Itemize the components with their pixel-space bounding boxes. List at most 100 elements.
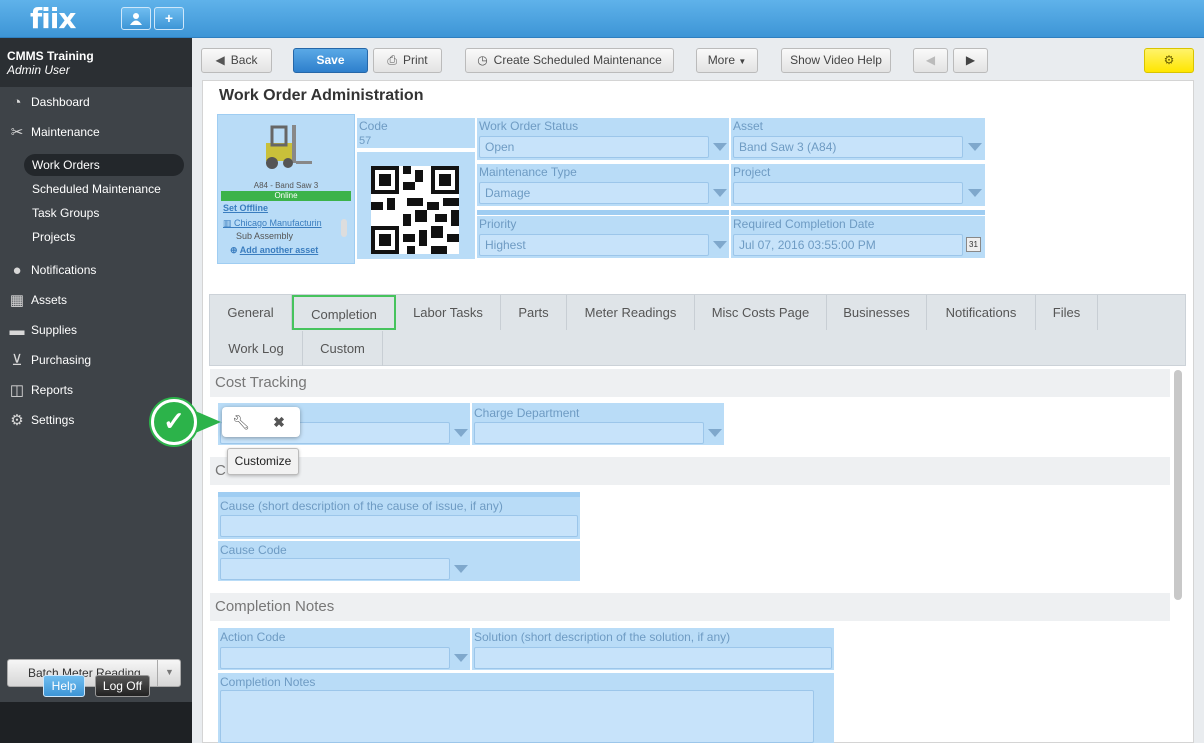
add-icon: ⊕ <box>230 245 238 255</box>
charge-department-select[interactable] <box>474 422 704 444</box>
next-record-button[interactable]: ▶ <box>953 48 988 73</box>
wrench-icon[interactable]: 🔧︎ <box>232 413 250 431</box>
user-profile-button[interactable] <box>121 7 151 30</box>
prev-record-button[interactable]: ◀ <box>913 48 948 73</box>
solution-input[interactable] <box>474 647 832 669</box>
cause-section-header: C <box>210 457 1170 485</box>
asset-name: A84 - Band Saw 3 <box>253 181 319 190</box>
sidebar-item-reports[interactable]: ◫ Reports <box>7 379 187 401</box>
tab-labor-tasks[interactable]: Labor Tasks <box>396 295 501 330</box>
print-button[interactable]: ⎙ Print <box>373 48 442 73</box>
user-icon <box>130 13 142 25</box>
sidebar-item-maintenance[interactable]: ✂ Maintenance <box>7 121 187 143</box>
status-label: Work Order Status <box>479 119 579 133</box>
arrow-left-icon: ◀ <box>215 53 225 67</box>
completion-notes-group: Completion Notes <box>218 673 834 743</box>
required-completion-date-input[interactable]: Jul 07, 2016 03:55:00 PM <box>733 234 963 256</box>
completion-notes-header: Completion Notes <box>210 593 1170 621</box>
add-asset-label: Add another asset <box>239 245 319 255</box>
more-dropdown[interactable]: More ▼ <box>696 48 758 73</box>
chevron-down-icon[interactable] <box>968 143 982 151</box>
add-asset-link[interactable]: ⊕ Add another asset <box>230 245 318 256</box>
help-button[interactable]: Help <box>43 675 85 697</box>
chevron-down-icon[interactable]: ▼ <box>157 659 181 687</box>
log-off-button[interactable]: Log Off <box>95 675 150 697</box>
tab-general[interactable]: General <box>210 295 292 330</box>
sidebar-item-assets[interactable]: ▦ Assets <box>7 289 187 311</box>
priority-label: Priority <box>479 217 517 231</box>
tab-completion[interactable]: Completion <box>292 295 396 330</box>
tab-notifications[interactable]: Notifications <box>927 295 1036 330</box>
sidebar-item-dashboard[interactable]: ◔ Dashboard <box>7 91 187 113</box>
sidebar-item-supplies[interactable]: ▬ Supplies <box>7 319 187 341</box>
tab-work-log[interactable]: Work Log <box>210 331 303 366</box>
sidebar-subitem-projects[interactable]: Projects <box>24 226 184 248</box>
set-offline-link[interactable]: Set Offline <box>223 203 268 213</box>
calendar-icon[interactable]: 31 <box>966 237 981 252</box>
code-label: Code <box>359 119 388 133</box>
code-value: 57 <box>359 135 372 147</box>
cause-input[interactable] <box>220 515 578 537</box>
sidebar-item-label: Maintenance <box>31 125 100 139</box>
settings-gear-button[interactable]: ⚙ <box>1144 48 1194 73</box>
sidebar-subitem-task-groups[interactable]: Task Groups <box>24 202 184 224</box>
project-label: Project <box>733 165 771 179</box>
chevron-down-icon[interactable] <box>713 189 727 197</box>
tab-businesses[interactable]: Businesses <box>827 295 927 330</box>
tab-custom[interactable]: Custom <box>303 331 383 366</box>
tab-bar: General Completion Labor Tasks Parts Met… <box>209 294 1186 366</box>
create-scheduled-maintenance-button[interactable]: ◷ Create Scheduled Maintenance <box>465 48 674 73</box>
back-button[interactable]: ◀ Back <box>201 48 272 73</box>
close-icon[interactable]: ✖ <box>270 413 288 431</box>
chevron-down-icon[interactable] <box>454 565 468 573</box>
tab-misc-costs-page[interactable]: Misc Costs Page <box>695 295 827 330</box>
charge-department-label: Charge Department <box>474 406 580 420</box>
scrollbar[interactable] <box>1174 370 1182 600</box>
action-code-select[interactable] <box>220 647 450 669</box>
asset-location-link[interactable]: ▥ Chicago Manufacturin <box>223 218 322 229</box>
dashboard-icon: ◔ <box>12 93 22 111</box>
chart-icon: ◫ <box>9 381 25 399</box>
chevron-down-icon[interactable] <box>968 189 982 197</box>
boxes-icon: ▦ <box>9 291 25 309</box>
sidebar-item-purchasing[interactable]: ⊻ Purchasing <box>7 349 187 371</box>
callout-arrow <box>193 410 221 434</box>
maintenance-type-select[interactable]: Damage <box>479 182 709 204</box>
tab-meter-readings[interactable]: Meter Readings <box>567 295 695 330</box>
batch-meter-reading-button[interactable]: Batch Meter Reading <box>7 659 181 687</box>
project-select[interactable] <box>733 182 963 204</box>
page-title: Work Order Administration <box>219 87 424 104</box>
customize-popup: 🔧︎ ✖ <box>222 407 300 437</box>
completion-notes-textarea[interactable] <box>220 690 814 743</box>
gear-icon: ⚙ <box>10 411 24 429</box>
scrollbar[interactable] <box>341 219 347 237</box>
chevron-down-icon[interactable] <box>454 654 468 662</box>
sidebar: CMMS Training Admin User ◔ Dashboard ✂ Mai… <box>0 38 192 743</box>
sidebar-item-label: Reports <box>31 383 74 397</box>
tab-files[interactable]: Files <box>1036 295 1098 330</box>
status-select[interactable]: Open <box>479 136 709 158</box>
asset-select[interactable]: Band Saw 3 (A84) <box>733 136 963 158</box>
sub-assembly-label: Sub Assembly <box>236 231 294 241</box>
save-button[interactable]: Save <box>293 48 368 73</box>
checkmark-icon: ✓ <box>151 399 197 445</box>
sidebar-subitem-work-orders[interactable]: Work Orders <box>24 154 184 176</box>
chevron-down-icon[interactable] <box>713 241 727 249</box>
sidebar-subitem-scheduled-maintenance[interactable]: Scheduled Maintenance <box>24 178 184 200</box>
chevron-down-icon[interactable] <box>713 143 727 151</box>
chevron-down-icon[interactable] <box>454 429 468 437</box>
fiix-logo[interactable]: fiix <box>30 2 76 35</box>
tab-parts[interactable]: Parts <box>501 295 567 330</box>
sidebar-item-notifications[interactable]: ● Notifications <box>7 259 187 281</box>
add-button[interactable]: + <box>154 7 184 30</box>
priority-select[interactable]: Highest <box>479 234 709 256</box>
cause-code-select[interactable] <box>220 558 450 580</box>
building-icon: ▥ <box>223 218 232 228</box>
work-order-status-group: Work Order Status Open <box>477 118 729 160</box>
action-code-label: Action Code <box>220 630 286 644</box>
qr-code-icon <box>371 166 459 254</box>
more-label: More <box>707 53 736 67</box>
sidebar-item-label: Assets <box>31 293 68 307</box>
chevron-down-icon[interactable] <box>708 429 722 437</box>
show-video-help-button[interactable]: Show Video Help <box>781 48 891 73</box>
